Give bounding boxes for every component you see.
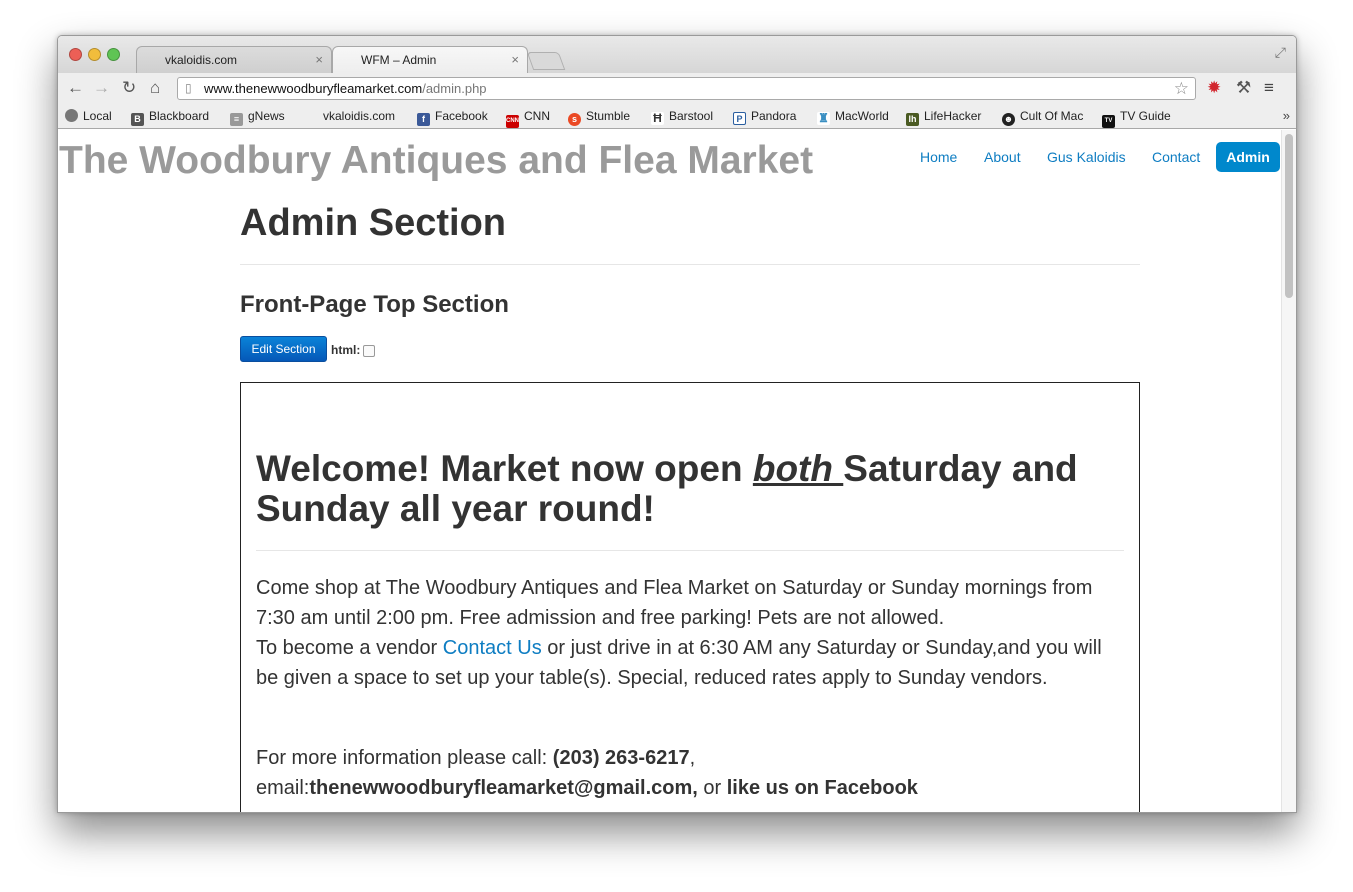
bookmark-facebook[interactable]: f Facebook [417,109,488,126]
or-text: or [697,777,727,799]
welcome-pre: Welcome! Market now open [256,448,753,489]
bookmark-pandora[interactable]: P Pandora [733,109,796,125]
nav-admin-link[interactable]: Admin [1216,142,1280,172]
bookmark-label: LifeHacker [924,109,982,123]
new-tab-button[interactable] [526,52,566,70]
browser-toolbar: ← → ↻ ⌂ ▯ www.thenewwoodburyfleamarket.c… [58,73,1296,104]
comma: , [689,747,696,769]
blackboard-icon: B [131,113,144,126]
pandora-icon: P [733,112,746,125]
bookmark-label: Local [83,109,112,123]
address-path: /admin.php [422,81,487,96]
tab-title: vkaloidis.com [165,53,238,67]
bookmark-label: gNews [248,109,285,123]
bookmark-lifehacker[interactable]: lh LifeHacker [906,109,981,126]
nav-contact-link[interactable]: Contact [1152,149,1200,165]
back-arrow-icon[interactable]: ← [67,78,84,98]
stumbleupon-icon: s [568,113,581,126]
bookmark-label: Blackboard [149,109,210,123]
bookmark-tvguide[interactable]: TV TV Guide [1102,109,1171,128]
page-title: Admin Section [240,202,507,244]
fullscreen-icon[interactable]: ⤢ [1275,44,1286,61]
bookmark-barstool[interactable]: Ħ Barstool [651,109,713,125]
site-title[interactable]: The Woodbury Antiques and Flea Market [59,139,813,183]
tab-strip: vkaloidis.com × WFM – Admin × ⤢ [58,36,1296,73]
intro-paragraph: Come shop at The Woodbury Antiques and F… [256,573,1124,693]
content-editor[interactable]: Welcome! Market now open both Saturday a… [240,382,1140,812]
tab-vkaloidis[interactable]: vkaloidis.com × [136,46,332,73]
lifehacker-icon: lh [906,113,919,126]
bookmarks-bar: Local B Blackboard ≡ gNews vkaloidis.com f… [58,104,1296,129]
nav-home-link[interactable]: Home [920,149,957,165]
reload-icon[interactable]: ↻ [122,78,136,98]
bookmark-vkaloidis[interactable]: vkaloidis.com [323,109,395,123]
tab-close-icon[interactable]: × [511,52,519,67]
bookmark-label: Barstool [669,109,714,123]
info-paragraph: For more information please call: (203) … [256,743,1124,803]
cnn-icon: CNN [506,115,519,128]
nav-about-link[interactable]: About [984,149,1021,165]
close-window-button[interactable] [69,48,82,61]
cultofmac-icon: ☻ [1002,113,1015,126]
facebook-text: like us on Facebook [726,777,918,799]
email-label: email: [256,777,310,799]
globe-icon [65,109,78,122]
nav-gus-kaloidis-link[interactable]: Gus Kaloidis [1047,149,1126,165]
page-viewport: The Woodbury Antiques and Flea Market Ho… [58,130,1283,812]
divider [240,264,1140,265]
bookmark-cultofmac[interactable]: ☻ Cult Of Mac [1002,109,1083,126]
bookmark-label: vkaloidis.com [323,109,396,123]
browser-window: vkaloidis.com × WFM – Admin × ⤢ ← → ↻ ⌂ … [57,35,1297,813]
minimize-window-button[interactable] [88,48,101,61]
zoom-window-button[interactable] [107,48,120,61]
address-domain: www.thenewwoodburyfleamarket.com [204,81,423,96]
bookmark-local[interactable]: Local [65,109,112,123]
bookmark-cnn[interactable]: CNN CNN [506,109,550,128]
vendor-text-pre: To become a vendor [256,637,443,659]
hours-text: Come shop at The Woodbury Antiques and F… [256,577,1093,629]
vertical-scrollbar[interactable] [1281,130,1296,812]
tab-title: WFM – Admin [361,53,437,67]
tab-close-icon[interactable]: × [315,52,323,67]
extension-badge-icon[interactable]: ✹ [1207,79,1221,97]
tvguide-icon: TV [1102,115,1115,128]
scrollbar-thumb[interactable] [1285,134,1293,298]
bookmark-stumble[interactable]: s Stumble [568,109,630,126]
barstool-icon: Ħ [651,112,664,125]
bookmark-label: MacWorld [835,109,889,123]
contact-us-link[interactable]: Contact Us [443,637,542,659]
bookmark-gnews[interactable]: ≡ gNews [230,109,285,126]
bookmark-label: Cult Of Mac [1020,109,1084,123]
edit-section-button[interactable]: Edit Section [240,336,327,362]
menu-icon[interactable]: ≡ [1264,79,1274,97]
tab-wfm-admin[interactable]: WFM – Admin × [332,46,528,73]
bookmark-label: CNN [524,109,550,123]
bookmark-label: Facebook [435,109,488,123]
news-icon: ≡ [230,113,243,126]
html-checkbox[interactable] [363,345,375,357]
facebook-icon: f [417,113,430,126]
bookmark-macworld[interactable]: ♜ MacWorld [817,109,889,125]
divider [256,550,1124,551]
bookmark-label: Pandora [751,109,797,123]
welcome-heading: Welcome! Market now open both Saturday a… [256,449,1124,529]
section-title: Front-Page Top Section [240,291,509,318]
phone-number: (203) 263-6217 [552,747,690,769]
bookmark-star-icon[interactable]: ☆ [1174,79,1189,99]
home-icon[interactable]: ⌂ [150,78,160,98]
bookmark-blackboard[interactable]: B Blackboard [131,109,209,126]
more-bookmarks-icon[interactable]: » [1283,108,1290,123]
info-pre: For more information please call: [256,747,553,769]
macworld-icon: ♜ [817,111,830,125]
bookmark-label: TV Guide [1120,109,1171,123]
welcome-emphasis: both [752,448,844,489]
page-icon: ▯ [185,81,192,95]
bookmark-label: Stumble [586,109,631,123]
forward-arrow-icon[interactable]: → [93,78,110,98]
wrench-icon[interactable]: ⚒ [1236,79,1251,97]
html-label: html: [331,343,361,357]
email-address: thenewwoodburyfleamarket@gmail.com, [309,777,698,799]
address-bar[interactable]: ▯ www.thenewwoodburyfleamarket.com/admin… [177,77,1196,100]
